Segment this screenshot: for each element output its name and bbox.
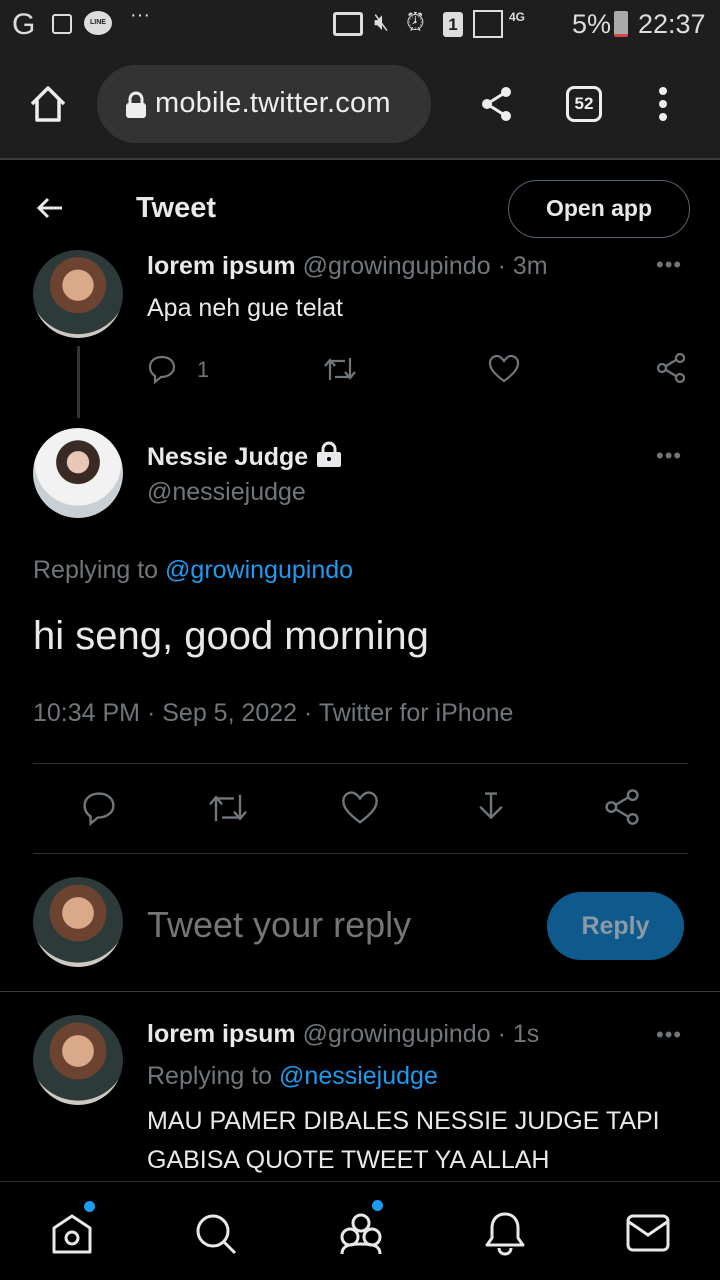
more-options-icon[interactable]: ••• [656, 1022, 682, 1048]
notification-dot [84, 1201, 95, 1212]
open-app-button[interactable]: Open app [508, 180, 690, 238]
browser-toolbar: mobile.twitter.com 52 [0, 50, 720, 160]
sim-icon: 1 [443, 12, 463, 37]
separator: · [497, 252, 506, 280]
tweet-header: lorem ipsum @growingupindo · 1s [147, 1020, 539, 1049]
divider [0, 991, 720, 992]
home-icon[interactable] [50, 1212, 94, 1256]
author-handle[interactable]: @nessiejudge [147, 478, 306, 507]
lock-icon [126, 91, 146, 118]
network-type: 4G [509, 10, 526, 24]
tweet-source[interactable]: Twitter for iPhone [319, 699, 514, 727]
bookmark-download-icon[interactable] [473, 790, 509, 826]
separator: · [146, 699, 156, 727]
replying-to: Replying to @growingupindo [33, 556, 353, 585]
messages-icon[interactable] [626, 1214, 670, 1252]
tweet-time: 1s [512, 1020, 540, 1048]
avatar [33, 877, 123, 967]
separator: · [497, 1020, 506, 1048]
gallery-icon [52, 14, 72, 34]
retweet-icon[interactable] [207, 790, 249, 826]
tweet-time: 3m [512, 252, 548, 280]
signal-icon [473, 10, 503, 38]
share-icon[interactable] [655, 352, 687, 384]
author-name-row: Nessie Judge [147, 440, 343, 472]
divider [33, 763, 688, 764]
more-options-icon[interactable]: ••• [656, 443, 682, 469]
avatar[interactable] [33, 428, 123, 518]
page-title: Tweet [136, 192, 217, 224]
share-icon[interactable] [603, 788, 641, 826]
bottom-nav [0, 1181, 720, 1280]
tweet-time[interactable]: 10:34 PM [33, 699, 140, 727]
tweet-header: lorem ipsum @growingupindo · 3m [147, 252, 548, 281]
like-icon[interactable] [488, 354, 520, 384]
google-icon: G [12, 8, 36, 41]
battery-percent: 5% [572, 9, 612, 39]
tweet-date[interactable]: Sep 5, 2022 [162, 699, 297, 727]
author-name[interactable]: Nessie Judge [147, 443, 308, 471]
more-options-icon[interactable]: ••• [656, 252, 682, 278]
replying-to-link[interactable]: @nessiejudge [279, 1062, 438, 1090]
avatar[interactable] [33, 250, 123, 338]
tweet-text: Apa neh gue telat [147, 294, 343, 322]
like-icon[interactable] [341, 790, 379, 826]
back-arrow-icon[interactable] [36, 196, 64, 220]
status-bar: G LINE ··· 🔇︎ ⏰︎ 1 4G 5% 22:37 [0, 0, 720, 50]
replying-to: Replying to @nessiejudge [147, 1062, 438, 1091]
share-icon[interactable] [480, 86, 514, 122]
protected-lock-icon [317, 441, 342, 467]
reply-icon[interactable] [81, 790, 117, 826]
retweet-icon[interactable] [323, 354, 357, 384]
menu-icon[interactable] [656, 86, 670, 122]
url-text: mobile.twitter.com [155, 87, 391, 119]
reply-input[interactable] [147, 900, 527, 950]
home-icon[interactable] [28, 84, 68, 124]
url-bar[interactable]: mobile.twitter.com [97, 65, 431, 143]
alarm-icon: ⏰︎ [406, 9, 425, 36]
reply-count: 1 [197, 357, 210, 382]
author-name[interactable]: lorem ipsum [147, 1020, 296, 1048]
battery-icon [614, 11, 628, 37]
reply-icon[interactable] [147, 354, 177, 384]
divider [33, 853, 688, 854]
tweet-text: MAU PAMER DIBALES NESSIE JUDGE TAPI GABI… [147, 1107, 660, 1174]
search-icon[interactable] [194, 1212, 238, 1256]
author-handle[interactable]: @growingupindo [303, 1020, 491, 1048]
reply-button[interactable]: Reply [547, 892, 684, 960]
replying-to-link[interactable]: @growingupindo [165, 556, 353, 584]
cast-icon [333, 12, 363, 36]
mute-icon: 🔇︎ [374, 9, 390, 36]
tabs-button[interactable]: 52 [566, 86, 602, 122]
tweet-meta: 10:34 PM · Sep 5, 2022 · Twitter for iPh… [33, 699, 513, 728]
author-name[interactable]: lorem ipsum [147, 252, 296, 280]
author-handle[interactable]: @growingupindo [303, 252, 491, 280]
line-icon: LINE [84, 11, 112, 35]
main-tweet-actions [33, 788, 688, 828]
replying-label: Replying to [33, 556, 159, 584]
separator: · [304, 699, 313, 727]
more-notifications-icon: ··· [130, 4, 150, 26]
clock: 22:37 [638, 9, 706, 39]
notification-dot [372, 1200, 383, 1211]
avatar[interactable] [33, 1015, 123, 1105]
tweet-actions: 1 [147, 352, 687, 386]
communities-icon[interactable] [338, 1210, 384, 1256]
thread-line [77, 346, 80, 418]
tweet-text: hi seng, good morning [33, 614, 429, 658]
notifications-bell-icon[interactable] [484, 1210, 526, 1256]
replying-label: Replying to [147, 1062, 273, 1090]
